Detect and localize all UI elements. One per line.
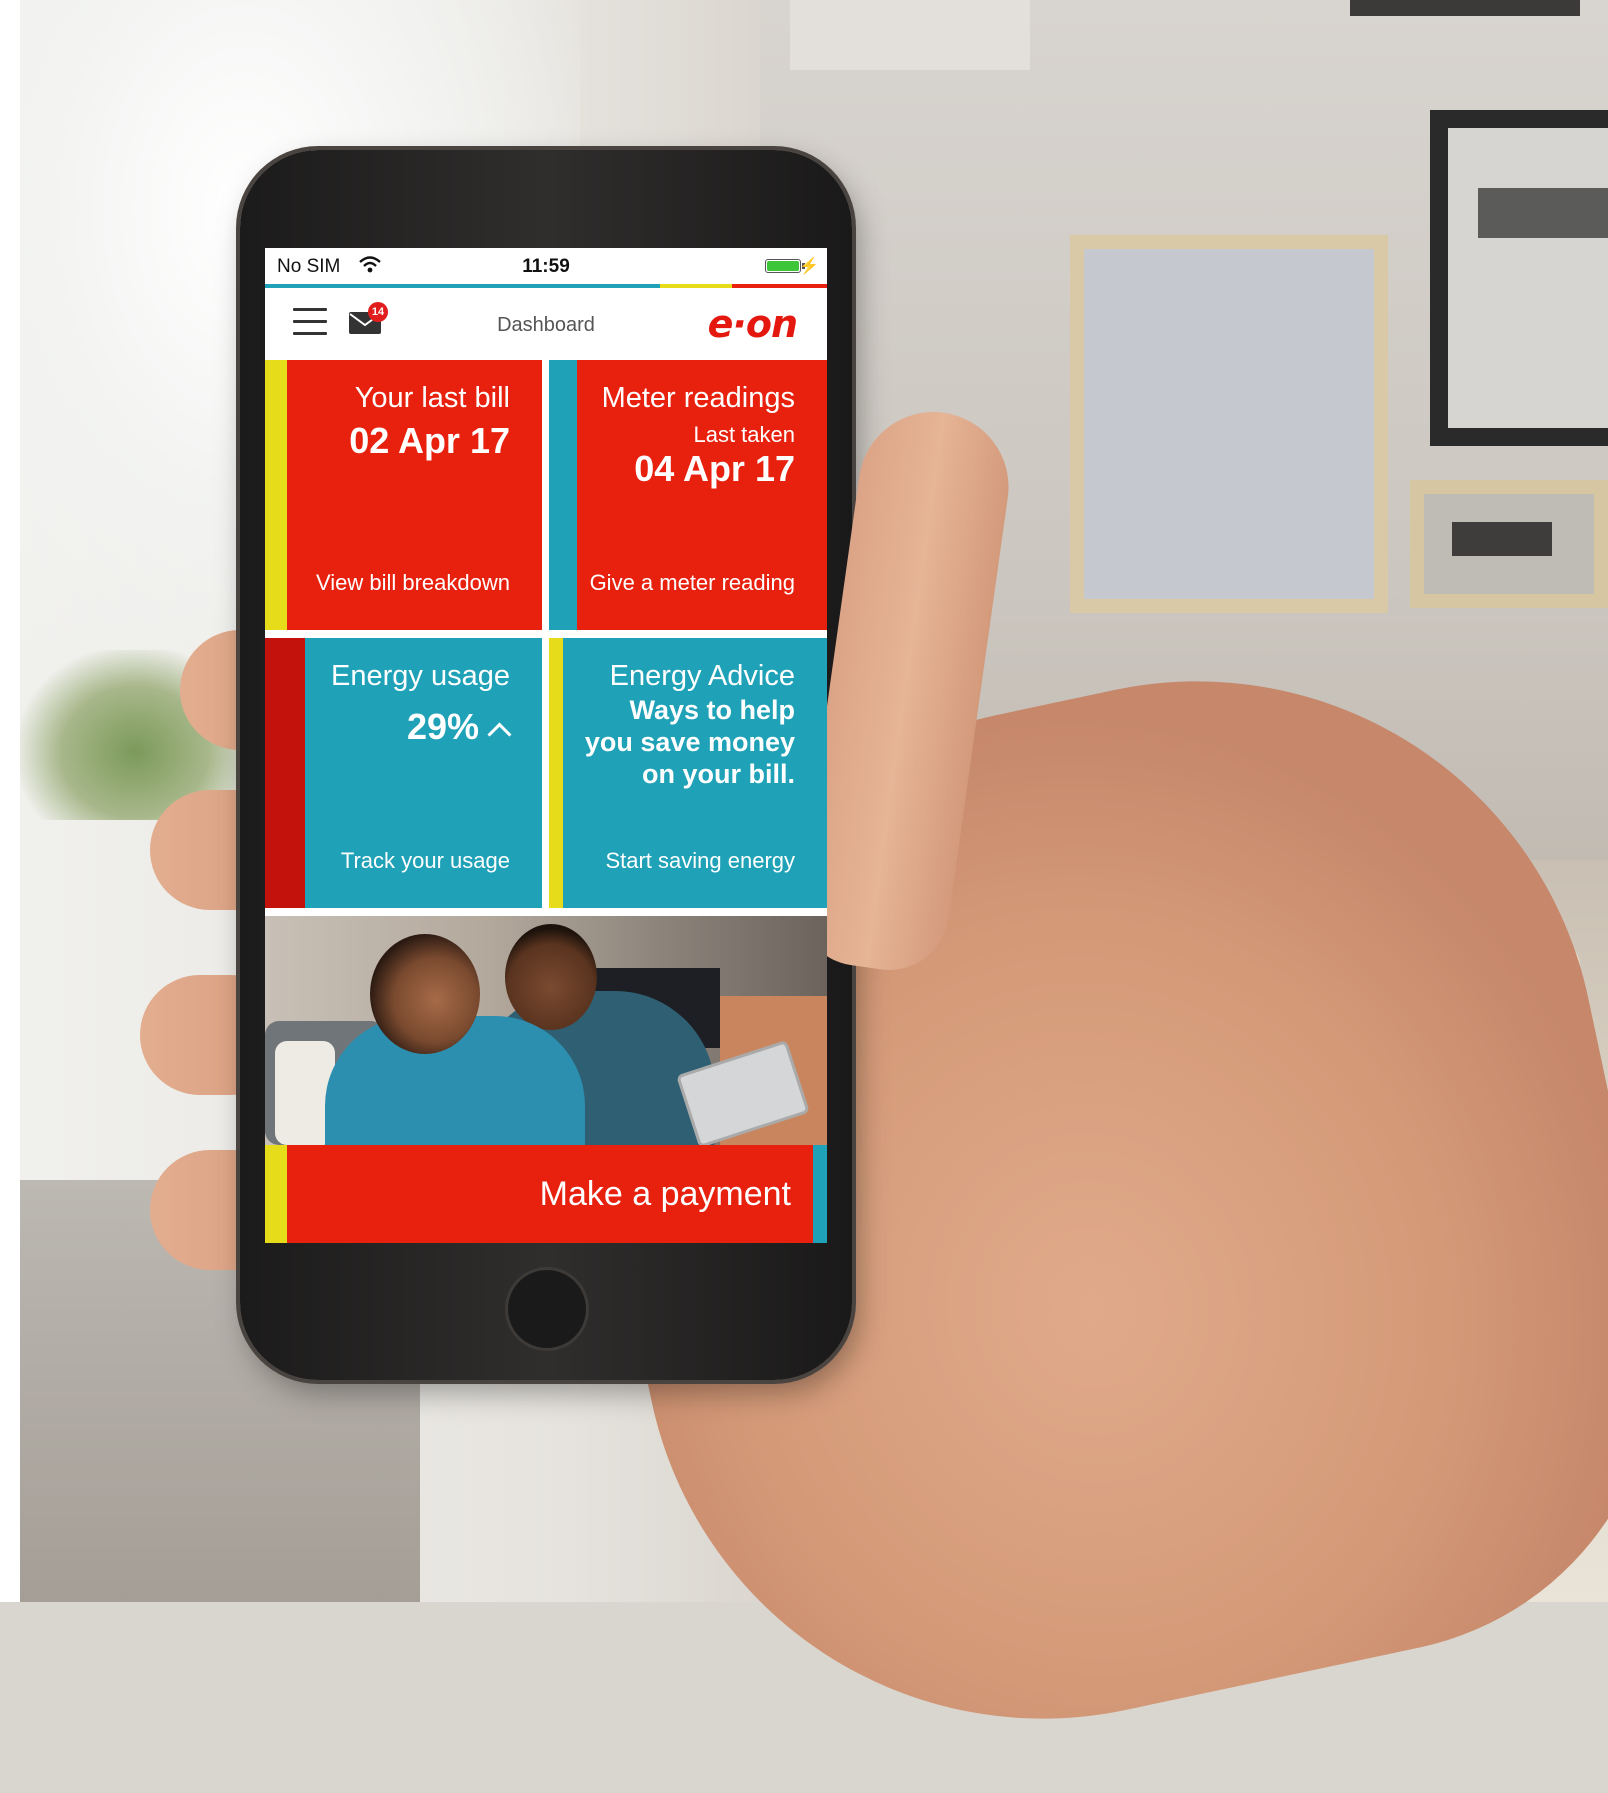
- picture-frame-small: [1410, 480, 1608, 608]
- tile-stripe: [265, 638, 305, 908]
- energy-advice-line1: Ways to help: [629, 695, 795, 725]
- arrow-up-icon: [487, 722, 512, 747]
- promo-photo-couple: [265, 916, 827, 1145]
- man-head: [505, 924, 597, 1030]
- app-screen: No SIM 11:59 ⚡ 14 Dashboard e·on Your la…: [265, 248, 827, 1243]
- track-usage-link[interactable]: Track your usage: [341, 848, 510, 874]
- meter-last-taken-label: Last taken: [693, 422, 795, 447]
- energy-usage-value-row: 29%: [406, 706, 512, 748]
- payment-stripe-left: [265, 1145, 287, 1243]
- payment-stripe-right: [813, 1145, 827, 1243]
- meter-readings-title: Meter readings: [601, 382, 795, 414]
- clock: 11:59: [522, 256, 570, 277]
- energy-advice-tile[interactable]: Energy Advice Ways to help you save mone…: [549, 638, 827, 908]
- meter-readings-tile[interactable]: Meter readings Last taken 04 Apr 17 Give…: [549, 360, 827, 630]
- eon-logo[interactable]: e·on: [708, 302, 798, 346]
- status-bar: No SIM 11:59 ⚡: [265, 248, 827, 284]
- charging-icon: ⚡: [799, 258, 819, 275]
- wall-shelf: [790, 0, 1030, 70]
- energy-usage-tile[interactable]: Energy usage 29% Track your usage: [265, 638, 542, 908]
- meter-reading-date: 04 Apr 17: [634, 448, 795, 489]
- page-margin: [0, 0, 20, 1602]
- woman-head: [370, 934, 480, 1054]
- make-payment-label: Make a payment: [539, 1175, 791, 1213]
- make-payment-button[interactable]: Make a payment: [265, 1145, 827, 1243]
- picture-frame-dark: [1430, 110, 1608, 446]
- last-bill-tile[interactable]: Your last bill 02 Apr 17 View bill break…: [265, 360, 542, 630]
- tile-stripe: [549, 638, 563, 908]
- tile-stripe: [265, 360, 287, 630]
- last-bill-title: Your last bill: [354, 382, 510, 414]
- picture-frame-gold: [1070, 235, 1388, 613]
- last-bill-date: 02 Apr 17: [349, 420, 510, 461]
- energy-advice-line3: on your bill.: [642, 759, 795, 789]
- tile-stripe: [549, 360, 577, 630]
- view-bill-breakdown-link[interactable]: View bill breakdown: [316, 570, 510, 596]
- nav-bar: 14 Dashboard e·on: [265, 288, 827, 360]
- home-button[interactable]: [505, 1267, 589, 1351]
- energy-usage-title: Energy usage: [331, 660, 510, 692]
- energy-advice-title: Energy Advice: [609, 660, 795, 692]
- start-saving-energy-link[interactable]: Start saving energy: [605, 848, 795, 874]
- energy-usage-value: 29%: [406, 706, 479, 747]
- battery-icon: [765, 259, 801, 273]
- picture-frame-top: [1350, 0, 1580, 16]
- energy-advice-line2: you save money: [584, 727, 795, 757]
- give-meter-reading-link[interactable]: Give a meter reading: [590, 570, 795, 596]
